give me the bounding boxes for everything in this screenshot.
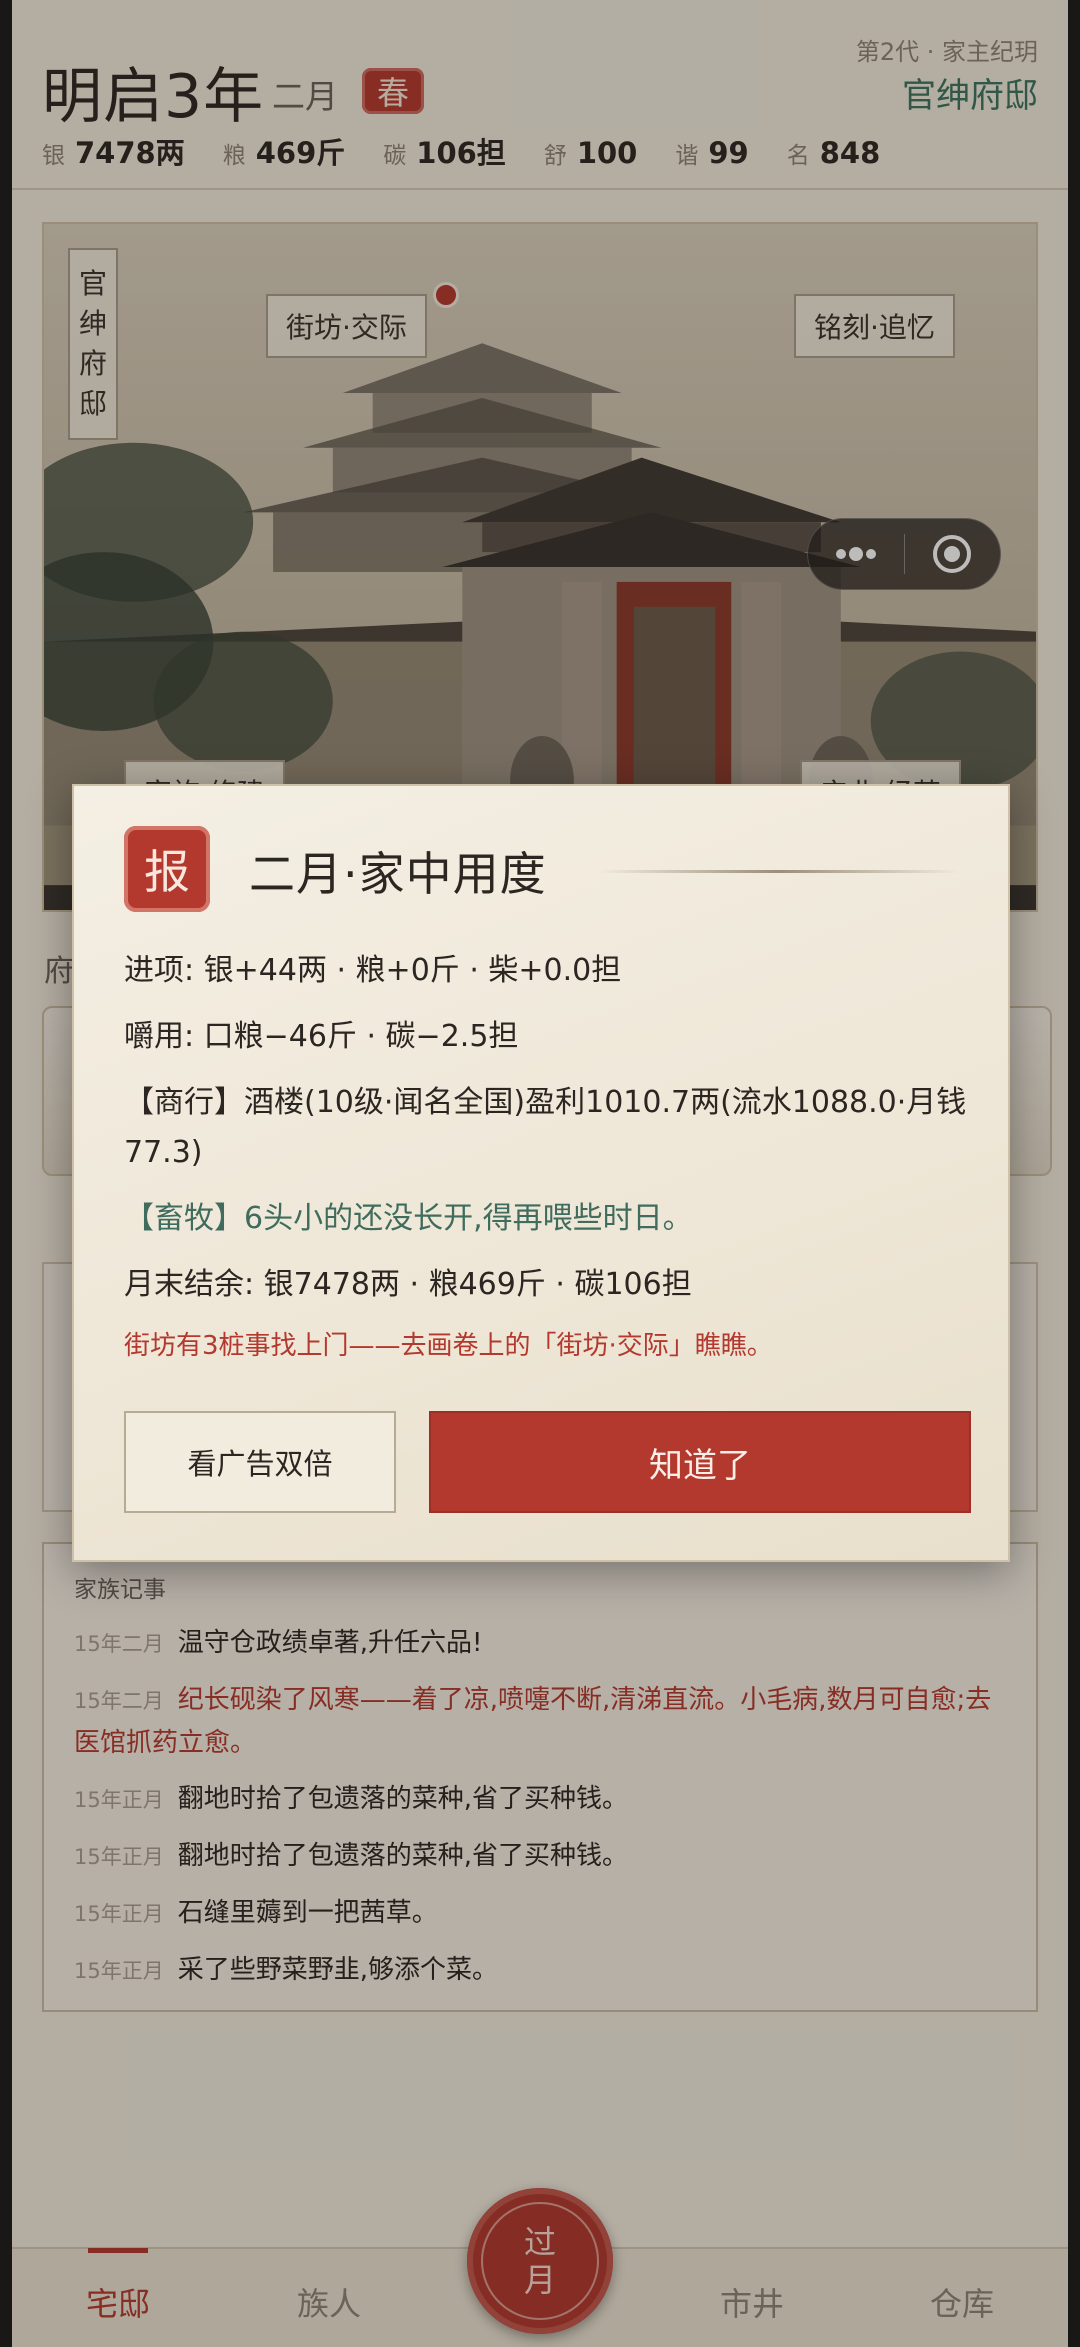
report-seal-icon: 报 [124,826,210,912]
balance-line: 月末结余: 银7478两 · 粮469斤 · 碳106担 [124,1267,692,1302]
herd-line: 【畜牧】6头小的还没长开,得再喂些时日。 [124,1201,693,1236]
trade-line: 【商行】酒楼(10级·闻名全国)盈利1010.7两(流水1088.0·月钱77.… [124,1085,967,1170]
watch-ad-double-button[interactable]: 看广告双倍 [124,1411,396,1513]
title-rule [599,870,959,873]
modal-body: 进项: 银+44两 · 粮+0斤 · 柴+0.0担 嚼用: 口粮−46斤 · 碳… [124,946,974,1366]
acknowledge-button[interactable]: 知道了 [429,1411,971,1513]
expense-line: 嚼用: 口粮−46斤 · 碳−2.5担 [124,1019,519,1054]
street-events-note: 街坊有3桩事找上门——去画卷上的「街坊·交际」瞧瞧。 [124,1331,773,1361]
app-frame: 明启3年 二月 春 第2代 · 家主纪玥 官绅府邸 银 7478两 粮 469斤 碳… [12,0,1068,2347]
modal-title: 二月·家中用度 [249,847,547,901]
monthly-report-modal: 报 二月·家中用度 进项: 银+44两 · 粮+0斤 · 柴+0.0担 嚼用: … [72,784,1010,1562]
income-line: 进项: 银+44两 · 粮+0斤 · 柴+0.0担 [124,953,622,988]
